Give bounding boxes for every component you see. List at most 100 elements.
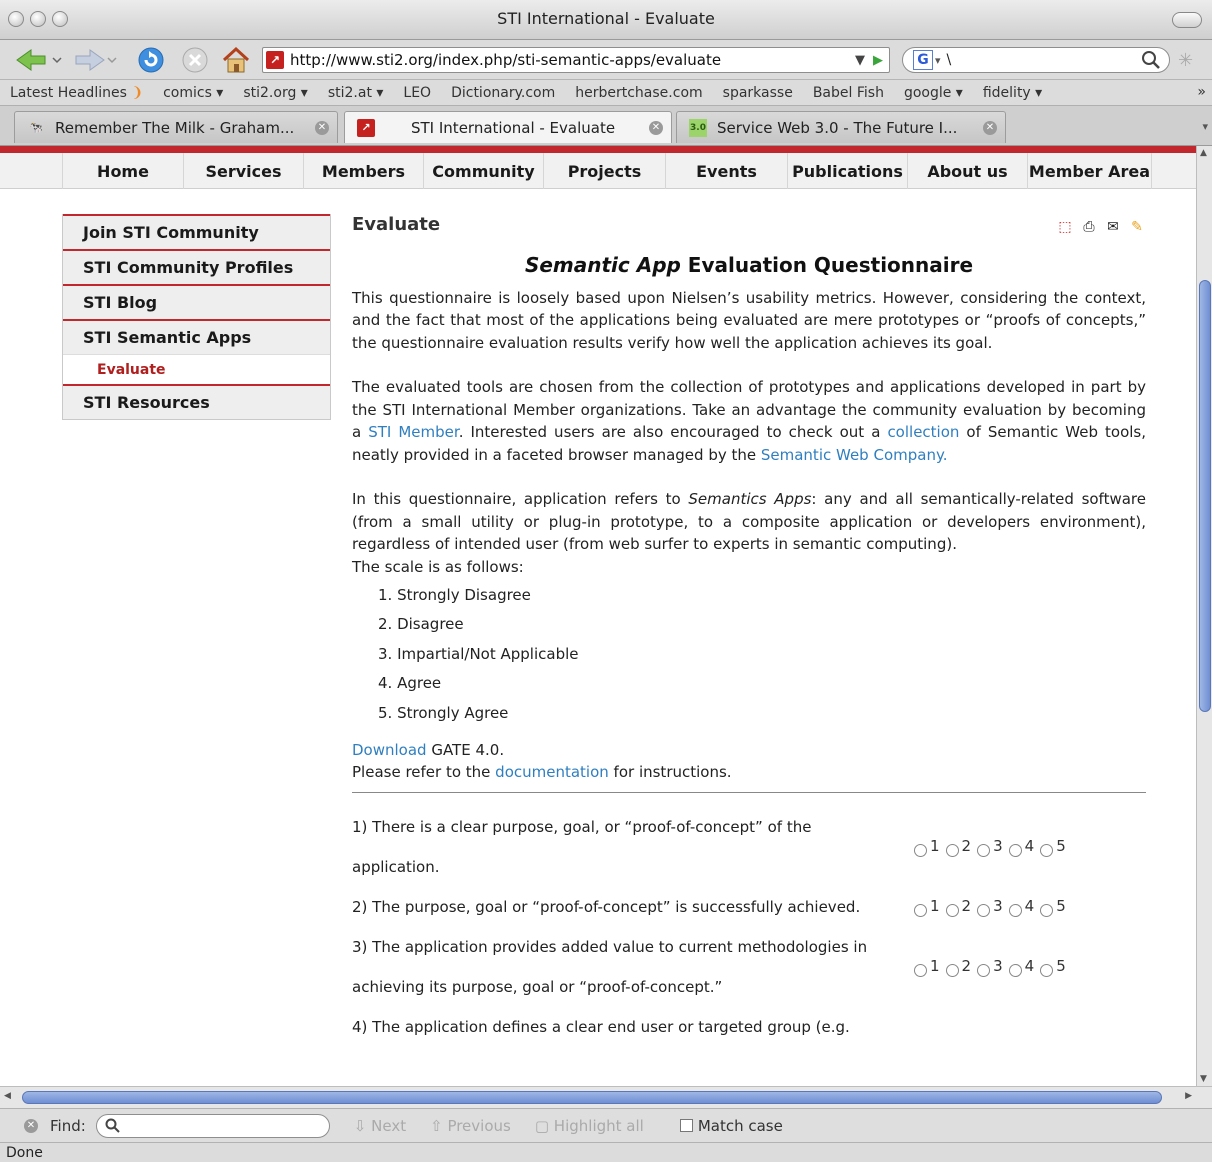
semantic-web-company-link[interactable]: Semantic Web Company. (761, 446, 948, 464)
home-button[interactable] (218, 46, 254, 74)
menu-member-area[interactable]: Member Area (1028, 153, 1152, 189)
rating-radio-group-3: 1 2 3 4 5 (914, 955, 1066, 978)
question-3: 3) The application provides added value … (352, 937, 1066, 996)
go-icon[interactable]: ▶ (873, 53, 883, 68)
menu-community[interactable]: Community (424, 153, 544, 189)
tab-list-chevron-icon[interactable]: ▾ (1202, 120, 1208, 133)
highlight-all-button[interactable]: ▢ Highlight all (535, 1117, 644, 1135)
pdf-icon[interactable]: ⬚ (1056, 218, 1074, 236)
stop-icon (182, 47, 208, 73)
toolbar-toggle-button[interactable] (1172, 12, 1202, 28)
bookmark-comics[interactable]: comics ▾ (153, 85, 233, 101)
radio-option[interactable]: 4 (1008, 955, 1034, 978)
scroll-left-icon[interactable]: ◀ (4, 1091, 11, 1101)
menu-events[interactable]: Events (666, 153, 788, 189)
radio-option[interactable]: 2 (945, 955, 971, 978)
sidebar-item-sti-resources[interactable]: STI Resources (63, 384, 330, 419)
download-link[interactable]: Download (352, 741, 427, 759)
radio-option[interactable]: 3 (977, 955, 1003, 978)
search-bar[interactable]: G ▾ \ (902, 47, 1170, 73)
radio-option[interactable]: 3 (977, 895, 1003, 918)
tab-service-web[interactable]: 3.0 Service Web 3.0 - The Future I... ✕ (676, 111, 1006, 143)
tab-close-icon[interactable]: ✕ (649, 120, 663, 135)
radio-option[interactable]: 4 (1008, 835, 1034, 858)
menu-projects[interactable]: Projects (544, 153, 666, 189)
radio-option[interactable]: 4 (1008, 895, 1034, 918)
search-input[interactable]: \ (947, 52, 1141, 68)
sidebar-item-sti-blog[interactable]: STI Blog (63, 284, 330, 319)
find-close-icon[interactable]: ✕ (24, 1118, 38, 1133)
scroll-down-icon[interactable]: ▼ (1200, 1074, 1207, 1084)
bookmark-sti2-org[interactable]: sti2.org ▾ (233, 85, 317, 101)
radio-option[interactable]: 1 (914, 895, 940, 918)
menu-services[interactable]: Services (184, 153, 304, 189)
bookmark-latest-headlines[interactable]: Latest Headlines ❩ (0, 85, 153, 101)
chevron-more-icon[interactable]: » (1197, 84, 1206, 100)
menu-home[interactable]: Home (62, 153, 184, 189)
email-icon[interactable]: ✉ (1104, 218, 1122, 236)
bookmark-leo[interactable]: LEO (393, 85, 441, 101)
find-next-button[interactable]: ⇩ Next (354, 1117, 406, 1135)
bookmark-sparkasse[interactable]: sparkasse (713, 85, 803, 101)
intro-paragraph: This questionnaire is loosely based upon… (352, 288, 1146, 352)
google-search-engine-icon[interactable]: G (913, 50, 933, 70)
refer-line: Please refer to the documentation for in… (352, 763, 732, 782)
sidebar-item-community-profiles[interactable]: STI Community Profiles (63, 249, 330, 284)
menu-about-us[interactable]: About us (908, 153, 1028, 189)
navigation-toolbar: ↗ http://www.sti2.org/index.php/sti-sema… (0, 40, 1212, 80)
forward-button[interactable] (74, 46, 118, 74)
url-dropdown-icon[interactable]: ▼ (855, 53, 865, 68)
sidebar-item-semantic-apps[interactable]: STI Semantic Apps (63, 319, 330, 354)
radio-option[interactable]: 2 (945, 895, 971, 918)
vertical-scroll-thumb[interactable] (1199, 280, 1211, 712)
collection-link[interactable]: collection (887, 423, 959, 441)
scroll-up-icon[interactable]: ▲ (1200, 148, 1207, 158)
print-icon[interactable]: ⎙ (1080, 218, 1098, 236)
scroll-right-icon[interactable]: ▶ (1185, 1091, 1192, 1101)
sti-member-link[interactable]: STI Member (368, 423, 458, 441)
engine-dropdown-icon[interactable]: ▾ (935, 54, 941, 67)
match-case-checkbox[interactable]: Match case (679, 1117, 783, 1135)
radio-option[interactable]: 5 (1040, 955, 1066, 978)
sidebar-subitem-evaluate[interactable]: Evaluate (63, 354, 330, 384)
tab-bar: 🐄 Remember The Milk - Graham... ✕ ↗ STI … (0, 106, 1212, 146)
status-bar: Done (0, 1142, 1212, 1162)
horizontal-scroll-thumb[interactable] (22, 1091, 1162, 1104)
bookmark-herbertchase[interactable]: herbertchase.com (565, 85, 712, 101)
vertical-scrollbar[interactable]: ▲ ▼ (1196, 146, 1212, 1086)
tab-close-icon[interactable]: ✕ (983, 120, 997, 135)
url-text[interactable]: http://www.sti2.org/index.php/sti-semant… (290, 51, 855, 69)
reload-button[interactable] (134, 46, 168, 74)
sidebar-item-join-sti-community[interactable]: Join STI Community (63, 214, 330, 249)
tab-remember-the-milk[interactable]: 🐄 Remember The Milk - Graham... ✕ (14, 111, 338, 143)
menu-publications[interactable]: Publications (788, 153, 908, 189)
question-2: 2) The purpose, goal or “proof-of-concep… (352, 895, 1066, 918)
scale-item: 1. Strongly Disagree (378, 586, 531, 604)
radio-option[interactable]: 1 (914, 955, 940, 978)
tab-close-icon[interactable]: ✕ (315, 120, 329, 135)
find-previous-button[interactable]: ⇧ Previous (430, 1117, 511, 1135)
bookmarks-toolbar: Latest Headlines ❩ comics ▾ sti2.org ▾ s… (0, 80, 1212, 106)
activity-spinner-icon: ✳ (1178, 50, 1194, 71)
service-web-favicon-icon: 3.0 (689, 118, 707, 137)
horizontal-scrollbar[interactable]: ◀ ▶ (0, 1086, 1212, 1108)
search-icon[interactable] (1141, 50, 1161, 70)
bookmark-google[interactable]: google ▾ (894, 85, 973, 101)
radio-option[interactable]: 1 (914, 835, 940, 858)
find-input[interactable] (95, 1113, 330, 1138)
bookmark-sti2-at[interactable]: sti2.at ▾ (318, 85, 394, 101)
radio-option[interactable]: 3 (977, 835, 1003, 858)
bookmark-babel-fish[interactable]: Babel Fish (803, 85, 894, 101)
radio-option[interactable]: 5 (1040, 835, 1066, 858)
stop-button[interactable] (178, 46, 212, 74)
bookmark-dictionary[interactable]: Dictionary.com (441, 85, 565, 101)
tab-sti-evaluate[interactable]: ↗ STI International - Evaluate ✕ (344, 111, 672, 143)
edit-icon[interactable]: ✎ (1128, 218, 1146, 236)
back-button[interactable] (14, 46, 64, 74)
bookmark-fidelity[interactable]: fidelity ▾ (973, 85, 1052, 101)
address-bar[interactable]: ↗ http://www.sti2.org/index.php/sti-sema… (262, 47, 890, 73)
documentation-link[interactable]: documentation (495, 763, 609, 781)
menu-members[interactable]: Members (304, 153, 424, 189)
radio-option[interactable]: 5 (1040, 895, 1066, 918)
radio-option[interactable]: 2 (945, 835, 971, 858)
